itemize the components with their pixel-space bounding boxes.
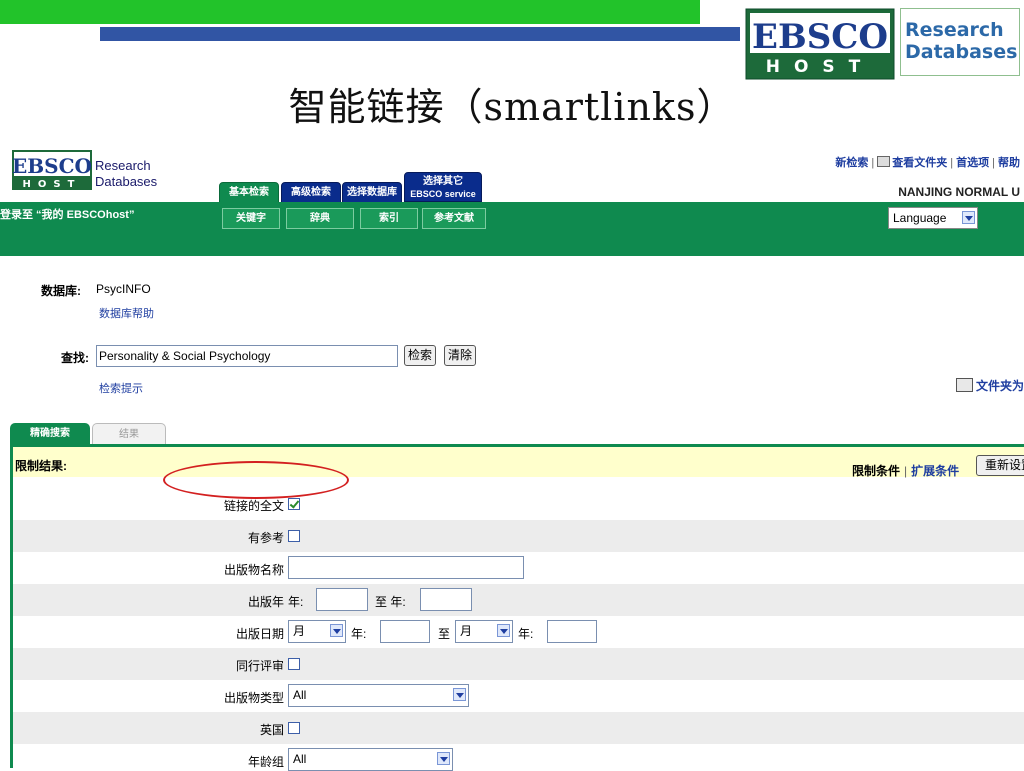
search-button[interactable]: 检索: [404, 345, 436, 366]
institution-name: NANJING NORMAL U: [898, 185, 1020, 199]
chevron-down-icon: [497, 624, 510, 637]
svg-text:HOST: HOST: [766, 57, 875, 77]
year-from-input[interactable]: [316, 588, 368, 611]
row-english: 英国: [13, 712, 1024, 744]
nav-band: [0, 202, 1024, 256]
folder-icon: [877, 156, 891, 167]
subtab-thesaurus[interactable]: 辞典: [286, 208, 354, 229]
new-search-link[interactable]: 新检索: [835, 157, 868, 169]
row-label: 出版物类型: [223, 691, 284, 705]
english-checkbox[interactable]: [288, 722, 300, 734]
tab-refine-search[interactable]: 精确搜索: [10, 423, 90, 445]
row-label: 出版物名称: [223, 563, 284, 577]
chevron-down-icon: [437, 752, 450, 765]
tab-select-database[interactable]: 选择数据库: [342, 182, 402, 204]
chevron-down-icon: [962, 211, 975, 224]
date-year-to-input[interactable]: [547, 620, 597, 643]
year-from-label: 年:: [288, 595, 304, 609]
row-publication-date: 出版日期 月 年: 至 月 年:: [13, 616, 1024, 648]
clear-button[interactable]: 清除: [444, 345, 476, 366]
references-checkbox[interactable]: [288, 530, 300, 542]
row-label: 英国: [259, 723, 284, 737]
app-logo-text: Research Databases: [95, 158, 157, 190]
publication-type-select[interactable]: All: [288, 684, 469, 707]
research-databases-tag: Research Databases: [900, 8, 1020, 76]
folder-icon: [955, 378, 973, 392]
row-label: 有参考: [247, 531, 284, 545]
slide-blue-bar: [100, 27, 740, 41]
highlight-oval: [163, 461, 349, 499]
slide-green-bar: [0, 0, 700, 24]
full-text-checkbox[interactable]: [288, 498, 300, 510]
row-label: 年龄组: [247, 755, 284, 769]
date-year-from-input[interactable]: [380, 620, 430, 643]
language-value: Language: [893, 211, 947, 225]
language-select[interactable]: Language: [888, 207, 978, 229]
limit-results-title: 限制结果:: [15, 459, 67, 473]
row-peer-reviewed: 同行评审: [13, 648, 1024, 680]
preferences-link[interactable]: 首选项: [956, 157, 989, 169]
chevron-down-icon: [453, 688, 466, 701]
month-from-select[interactable]: 月: [288, 620, 346, 643]
database-help-link[interactable]: 数据库帮助: [99, 305, 154, 321]
publication-name-input[interactable]: [288, 556, 524, 579]
logo-research: Research: [95, 158, 151, 173]
tab-advanced-search[interactable]: 高级检索: [281, 182, 341, 204]
year-to-label: 至 年:: [375, 595, 406, 609]
row-label: 出版年: [247, 595, 284, 609]
database-label: 数据库:: [41, 284, 81, 298]
folder-link[interactable]: 文件夹为: [955, 377, 1024, 394]
age-group-value: All: [293, 752, 307, 766]
svg-text:EBSCO: EBSCO: [752, 17, 888, 57]
subtab-keyword[interactable]: 关键字: [222, 208, 280, 229]
database-value: PsycINFO: [96, 282, 151, 296]
row-publication-type: 出版物类型 All: [13, 680, 1024, 712]
folder-label: 文件夹为: [975, 379, 1024, 393]
tab-basic-search[interactable]: 基本检索: [219, 182, 279, 204]
find-label: 查找:: [61, 351, 89, 365]
svg-text:EBSCO: EBSCO: [12, 154, 92, 178]
reset-button[interactable]: 重新设置: [976, 455, 1024, 476]
limit-expand-links: 限制条件 | 扩展条件: [852, 464, 960, 478]
subtab-references[interactable]: 参考文献: [422, 208, 486, 229]
date-year-label: 年:: [351, 627, 367, 641]
expand-conditions-link[interactable]: 扩展条件: [911, 464, 959, 478]
search-tips-link[interactable]: 检索提示: [99, 380, 143, 396]
tab-label-line1: 选择其它: [423, 176, 463, 187]
chevron-down-icon: [330, 624, 343, 637]
ebsco-host-logo: EBSCO HOST: [12, 150, 92, 190]
help-link[interactable]: 帮助: [998, 157, 1020, 169]
row-publication-name: 出版物名称: [13, 552, 1024, 584]
publication-type-value: All: [293, 688, 307, 702]
tab-results[interactable]: 结果: [92, 423, 166, 445]
date-year-to-label: 年:: [518, 627, 534, 641]
row-age-group: 年龄组 All: [13, 744, 1024, 771]
my-ebscohost-login-link[interactable]: 登录至 “我的 EBSCOhost”: [0, 206, 134, 222]
limit-conditions-label: 限制条件: [852, 464, 901, 478]
row-label: 出版日期: [235, 627, 284, 641]
search-input[interactable]: Personality & Social Psychology: [96, 345, 398, 367]
tab-other-ebsco-services[interactable]: 选择其它 EBSCO service: [404, 172, 482, 202]
view-folder-link[interactable]: 查看文件夹: [892, 157, 947, 169]
peer-reviewed-checkbox[interactable]: [288, 658, 300, 670]
month-from-value: 月: [293, 624, 306, 638]
month-to-select[interactable]: 月: [455, 620, 513, 643]
row-linked-full-text: 链接的全文: [13, 488, 1024, 520]
subtab-index[interactable]: 索引: [360, 208, 418, 229]
tag-line-2: Databases: [905, 41, 1018, 63]
logo-databases: Databases: [95, 174, 158, 189]
row-label: 同行评审: [235, 659, 284, 673]
row-label: 链接的全文: [223, 499, 284, 513]
tab-label-line2: EBSCO service: [410, 189, 476, 199]
row-publication-year: 出版年 年: 至 年:: [13, 584, 1024, 616]
month-to-value: 月: [460, 624, 473, 638]
svg-text:HOST: HOST: [23, 179, 82, 190]
date-to-label: 至: [438, 627, 451, 641]
top-links: 新检索 | 查看文件夹 | 首选项 | 帮助: [835, 156, 1020, 169]
tag-line-1: Research: [905, 19, 1004, 41]
ebsco-host-logo-large: EBSCO HOST: [745, 8, 895, 80]
row-has-references: 有参考: [13, 520, 1024, 552]
slide-title: 智能链接（smartlinks）: [288, 85, 736, 129]
year-to-input[interactable]: [420, 588, 472, 611]
